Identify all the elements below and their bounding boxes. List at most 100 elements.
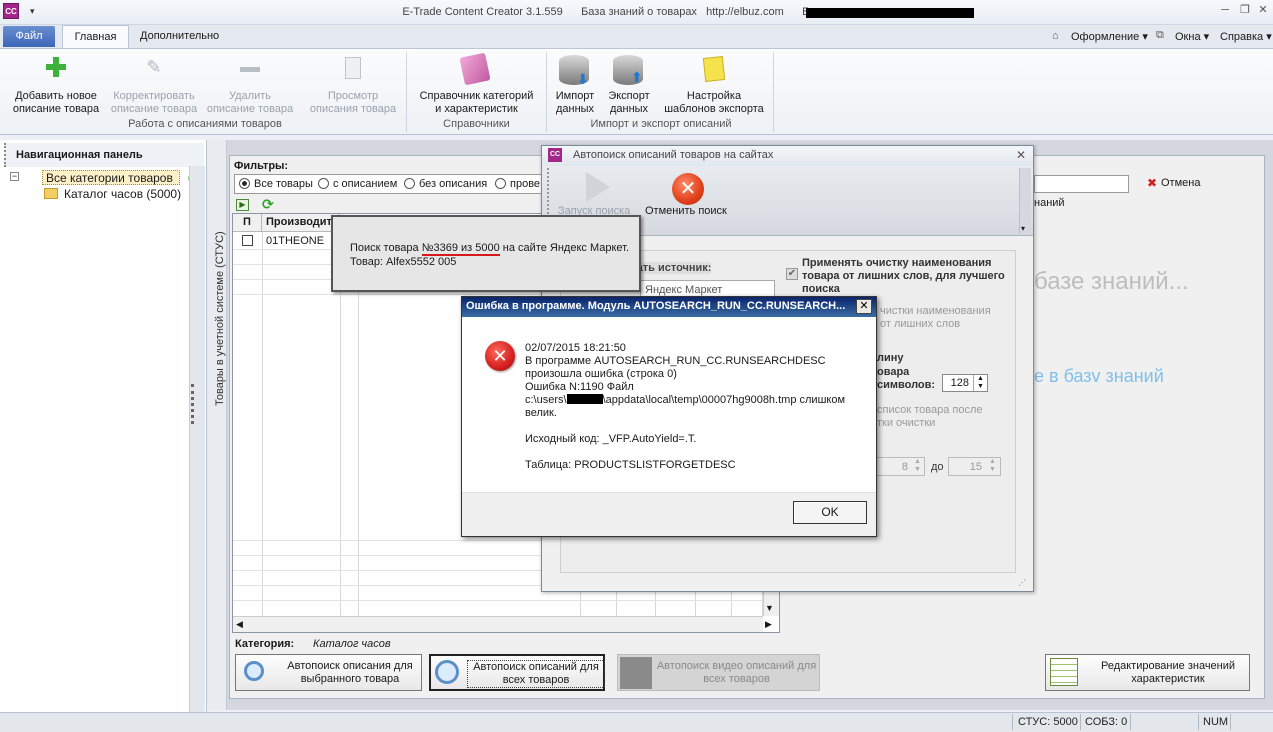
grid-header-maker[interactable]: Производит — [262, 214, 340, 232]
nav-splitter[interactable] — [189, 166, 205, 712]
status-num: NUM — [1203, 716, 1229, 728]
close-window-icon[interactable]: ✕ — [1255, 3, 1271, 17]
radio-checked[interactable] — [495, 178, 506, 189]
filters-label: Фильтры: — [234, 160, 289, 172]
import-data-button[interactable]: ⬇ Импорт данных — [551, 55, 599, 117]
magnifier-icon — [244, 661, 264, 681]
grid-refresh-icon[interactable]: ⟳ — [262, 196, 274, 213]
list-option-label: список товара после — [877, 404, 983, 416]
range-from-arrows-icon[interactable]: ▲ ▼ — [911, 458, 924, 475]
grid-row-line — [233, 600, 763, 601]
note-icon — [702, 56, 726, 82]
error-line-2: произошла ошибка (строка 0) — [525, 368, 677, 380]
autosearch-all-label: Автопоиск описаний для всех товаров — [467, 660, 605, 688]
add-description-label: Добавить новое описание товара — [12, 90, 100, 115]
status-sobz: СОБЗ: 0 — [1085, 716, 1128, 728]
grid-cell-maker[interactable]: 01THEONE — [266, 235, 324, 247]
folder-icon — [44, 188, 58, 199]
navigation-panel — [0, 140, 207, 712]
apply-clean-checkbox[interactable]: ✔ — [786, 268, 798, 280]
knowledge-base-link[interactable]: е в базv знаний — [1034, 366, 1164, 387]
cancel-search-button[interactable]: Отменить поиск — [645, 205, 727, 217]
autosearch-video-label: Автопоиск видео описаний для всех товаров — [656, 660, 817, 685]
tree-collapse-icon[interactable]: − — [10, 172, 19, 181]
view-description-button[interactable]: Просмотр описания товара — [303, 55, 403, 117]
tab-file[interactable]: Файл — [3, 26, 55, 47]
filter-with-desc-label[interactable]: с описанием — [333, 178, 397, 190]
autosearch-all-button[interactable]: Автопоиск описаний для всех товаров — [429, 654, 605, 691]
tab-home[interactable]: Главная — [62, 25, 129, 49]
clean-option-label-2: от лишних слов — [880, 318, 961, 330]
export-grid-icon[interactable]: ▶ — [236, 199, 249, 211]
error-close-button[interactable]: ✕ — [856, 299, 872, 314]
status-separator — [1130, 714, 1131, 730]
grid-hscrollbar[interactable] — [233, 616, 763, 632]
grid-col-line — [262, 232, 263, 616]
menu-appearance[interactable]: Оформление ▾ — [1071, 30, 1148, 43]
category-reference-button[interactable]: Справочник категорий и характеристик — [410, 52, 543, 117]
plus-icon — [46, 57, 66, 77]
knowledge-partial-label: наний — [1034, 197, 1065, 209]
vertical-tab[interactable] — [207, 140, 227, 710]
search-field[interactable] — [1034, 175, 1129, 193]
grid-header-p[interactable]: П — [233, 214, 262, 232]
edit-values-button[interactable]: Редактирование значений характеристик — [1045, 654, 1250, 691]
filter-all-label[interactable]: Все товары — [254, 178, 313, 190]
play-icon — [586, 172, 610, 202]
autosearch-video-button[interactable]: Автопоиск видео описаний для всех товаров — [617, 654, 820, 691]
radio-without-description[interactable] — [404, 178, 415, 189]
autosearch-title: Автопоиск описаний товаров на сайтах — [573, 149, 774, 161]
scroll-right-icon[interactable]: ▶ — [765, 619, 772, 630]
group-label-import-export: Импорт и экспорт описаний — [590, 118, 732, 130]
delete-description-label: Удалить описание товара — [206, 90, 294, 115]
splitter-grip[interactable] — [191, 384, 201, 424]
radio-all-selected[interactable] — [239, 178, 250, 189]
autosearch-selected-button[interactable]: Автопоиск описания для выбранного товара — [235, 654, 422, 691]
scroll-down-icon[interactable]: ▼ — [765, 603, 774, 613]
ribbon-separator — [773, 52, 774, 132]
row-checkbox[interactable] — [242, 235, 253, 246]
filter-check-label[interactable]: прове — [510, 178, 540, 190]
tab-additional[interactable]: Дополнительно — [140, 30, 219, 42]
category-label: Категория: — [235, 638, 295, 650]
spinner-arrows-icon[interactable]: ▲ ▼ — [973, 375, 987, 391]
autosearch-close-icon[interactable]: ✕ — [1016, 148, 1026, 162]
style-icon[interactable]: ⌂ — [1052, 30, 1059, 42]
error-table: Таблица: PRODUCTSLISTFORGETDESC — [525, 459, 736, 471]
resize-grip-icon[interactable]: ⋰ — [1018, 578, 1026, 587]
error-line-4: c:\users\ \appdata\local\temp\00007hg9008… — [525, 394, 846, 406]
filter-without-desc-label[interactable]: без описания — [419, 178, 487, 190]
add-description-button[interactable]: Добавить новое описание товара — [6, 55, 106, 117]
scroll-left-icon[interactable]: ◀ — [236, 619, 243, 630]
cancel-x-icon[interactable]: ✖ — [1147, 176, 1157, 190]
export-templates-button[interactable]: Настройка шаблонов экспорта — [658, 55, 770, 117]
export-data-button[interactable]: ⬆ Экспорт данных — [603, 55, 655, 117]
status-separator — [1012, 714, 1013, 730]
error-icon: ✕ — [485, 341, 515, 371]
range-to-arrows-icon[interactable]: ▲ ▼ — [986, 458, 999, 475]
export-templates-label: Настройка шаблонов экспорта — [664, 90, 764, 115]
delete-description-button[interactable]: Удалить описание товара — [200, 55, 300, 117]
error-line-3: Ошибка N:1190 Файл — [525, 381, 634, 393]
ok-button[interactable]: OK — [793, 501, 867, 524]
status-separator — [1198, 714, 1199, 730]
cancel-search-label[interactable]: Отмена — [1161, 177, 1200, 189]
progress-line-2: Товар: Alfex5552 005 — [350, 256, 457, 268]
length-label-a: лину — [877, 352, 904, 364]
menu-help[interactable]: Справка ▾ — [1220, 30, 1272, 43]
maximize-icon[interactable]: ❐ — [1237, 3, 1253, 17]
error-line-5: велик. — [525, 407, 557, 419]
tree-item-all-categories[interactable]: Все категории товаров — [42, 170, 180, 185]
tree-item-watch-catalog[interactable]: Каталог часов (5000) — [64, 187, 181, 201]
edit-description-button[interactable]: ✎ Корректировать описание товара — [104, 55, 204, 117]
view-description-label: Просмотр описания товара — [309, 90, 397, 115]
length-label-b: овара — [877, 366, 910, 378]
redacted-username — [566, 394, 603, 404]
autosearch-selected-label: Автопоиск описания для выбранного товара — [287, 660, 413, 685]
windows-icon[interactable]: ⧉ — [1156, 29, 1164, 42]
toolbar-expand-icon[interactable]: ▾ — [1021, 224, 1025, 233]
radio-with-description[interactable] — [318, 178, 329, 189]
menu-windows[interactable]: Окна ▾ — [1175, 30, 1209, 43]
source-label: вать источник: — [630, 262, 712, 274]
minimize-icon[interactable]: ─ — [1217, 3, 1233, 17]
